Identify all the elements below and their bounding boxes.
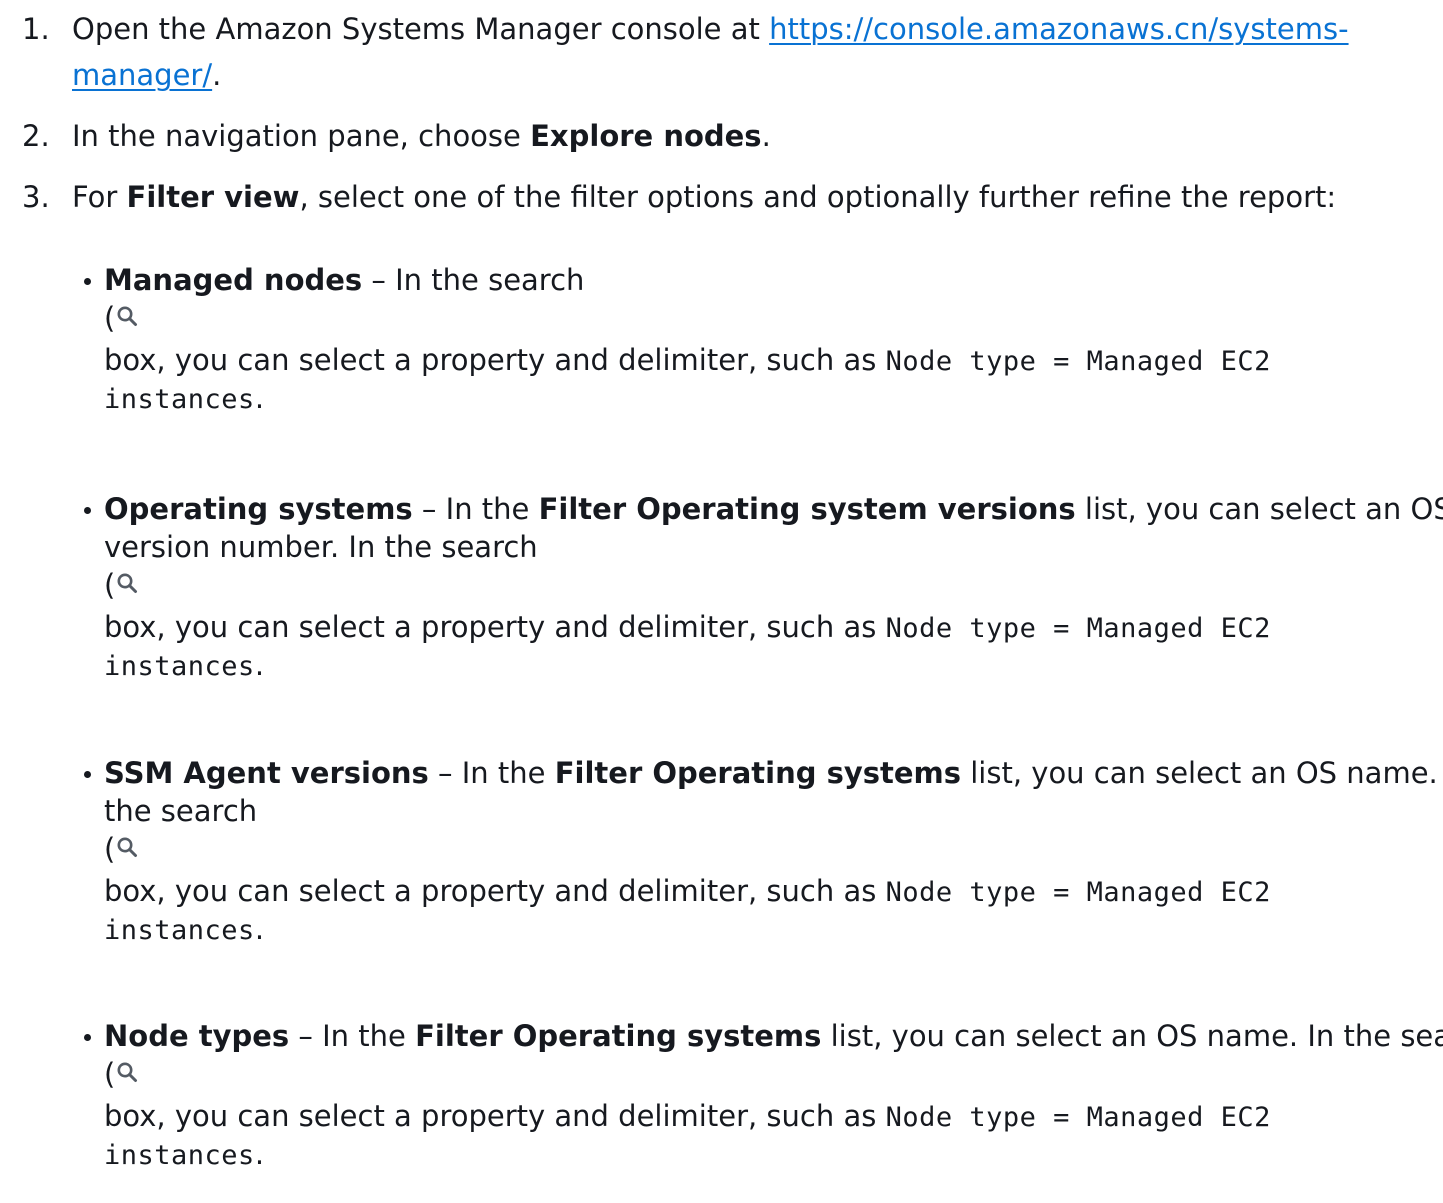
filter-view-label: Filter view: [126, 180, 300, 214]
option-title: Operating systems: [104, 492, 413, 526]
option-title: SSM Agent versions: [104, 756, 429, 790]
code-snippet-continued: instances: [104, 651, 255, 682]
step-text: In the navigation pane, choose Explore n…: [72, 119, 771, 153]
step-number: 3.: [22, 180, 50, 214]
bullet-dot: [84, 278, 91, 285]
search-icon: [117, 837, 138, 857]
search-icon: [117, 1062, 138, 1082]
code-snippet-continued: instances: [104, 915, 255, 946]
option-title: Node types: [104, 1019, 290, 1053]
option-title: Managed nodes: [104, 263, 363, 297]
step-text: Open the Amazon Systems Manager console …: [72, 6, 1432, 98]
code-snippet: Node type = Managed EC2: [885, 877, 1271, 908]
code-snippet: Node type = Managed EC2: [885, 1102, 1271, 1133]
step-text: For Filter view, select one of the filte…: [72, 180, 1337, 214]
code-snippet-continued: instances: [104, 1140, 255, 1171]
filter-list-label: Filter Operating systems: [554, 756, 962, 790]
bullet-dot: [84, 1034, 91, 1041]
bullet-dot: [84, 771, 91, 778]
code-snippet: Node type = Managed EC2: [885, 613, 1271, 644]
code-snippet: Node type = Managed EC2: [885, 346, 1271, 377]
step-number: 2.: [22, 119, 50, 153]
explore-nodes-label: Explore nodes: [530, 119, 762, 153]
code-snippet-continued: instances: [104, 384, 255, 415]
step-text-before: Open the Amazon Systems Manager console …: [72, 12, 770, 46]
search-icon: [117, 306, 138, 326]
filter-list-label: Filter Operating system versions: [538, 492, 1076, 526]
search-icon: [117, 573, 138, 593]
console-link[interactable]: https://console.amazonaws.cn/systems-: [769, 12, 1348, 46]
step-number: 1.: [22, 12, 50, 46]
bullet-dot: [84, 507, 91, 514]
step-text-after: .: [212, 58, 222, 92]
console-link-continued[interactable]: manager/: [72, 58, 212, 92]
filter-list-label: Filter Operating systems: [415, 1019, 822, 1053]
